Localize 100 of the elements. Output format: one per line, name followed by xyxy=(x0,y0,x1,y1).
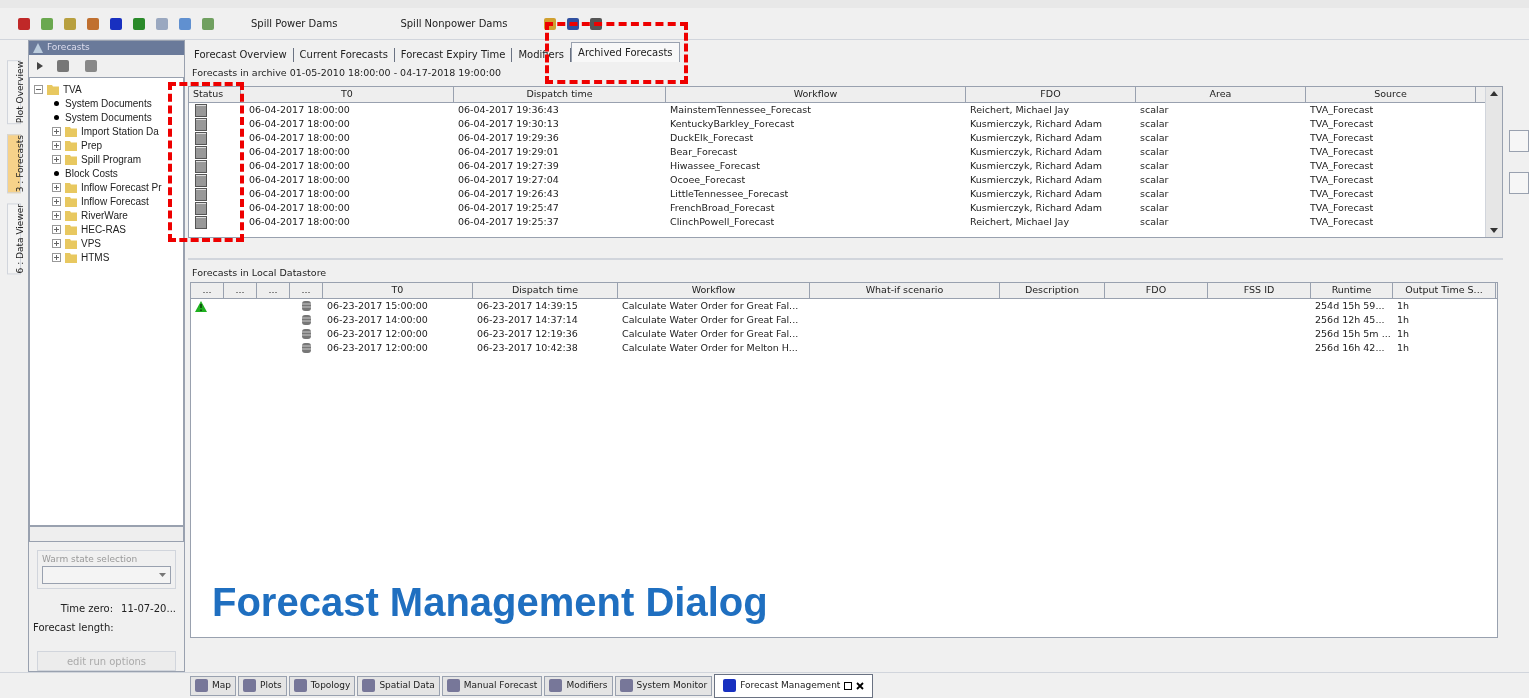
vertical-scrollbar[interactable] xyxy=(1485,87,1502,237)
toolbar-button[interactable]: Spill Nonpower Dams xyxy=(372,16,536,31)
table-cell-text: 06-04-2017 19:25:37 xyxy=(457,214,560,229)
tab-label[interactable]: Spatial Data xyxy=(379,678,435,693)
column-header[interactable]: ... xyxy=(290,283,323,298)
tree-item[interactable]: HTMS xyxy=(81,249,110,265)
tree-item[interactable]: Inflow Forecast Pr xyxy=(81,179,162,195)
table-cell-text: 06-23-2017 12:00:00 xyxy=(326,326,429,341)
column-header[interactable]: T0 xyxy=(323,283,473,298)
table-cell-text: scalar xyxy=(1139,186,1170,201)
table-cell-text: 06-23-2017 15:00:00 xyxy=(326,298,429,313)
table-cell-text: DuckElk_Forecast xyxy=(669,130,755,145)
table-cell-text: scalar xyxy=(1139,214,1170,229)
close-icon[interactable] xyxy=(856,681,865,690)
tab-label[interactable]: Map xyxy=(212,678,231,693)
tree-item[interactable]: Prep xyxy=(81,137,103,153)
column-header[interactable]: Output Time S... xyxy=(1393,283,1496,298)
column-header[interactable]: Area xyxy=(1136,87,1306,102)
tab[interactable]: Forecast Expiry Time xyxy=(394,48,513,62)
tab-label[interactable]: Plots xyxy=(260,678,282,693)
column-header[interactable]: ... xyxy=(257,283,290,298)
bottom-tab[interactable]: Plots xyxy=(238,675,287,696)
tab[interactable]: Forecast Overview xyxy=(188,48,294,62)
column-header[interactable]: ... xyxy=(191,283,224,298)
table-cell-text: 06-04-2017 18:00:00 xyxy=(248,214,351,229)
bottom-tab[interactable]: Manual Forecast xyxy=(441,675,543,696)
side-tab[interactable]: 3 : Forecasts xyxy=(7,134,21,194)
column-header[interactable]: Dispatch time xyxy=(454,87,666,102)
table-cell-text: 254d 15h 59... xyxy=(1314,298,1386,313)
bottom-tab[interactable]: Map xyxy=(190,675,236,696)
tab[interactable]: Current Forecasts xyxy=(293,48,395,62)
column-header[interactable]: Status xyxy=(189,87,241,102)
expand-icon[interactable] xyxy=(52,140,61,150)
bottom-tab[interactable]: Topology xyxy=(288,675,356,696)
column-header[interactable]: Description xyxy=(1000,283,1105,298)
toolbar-button[interactable]: Spill Power Dams xyxy=(223,16,366,31)
table-cell-text: TVA_Forecast xyxy=(1309,214,1375,229)
tree-item[interactable]: System Documents xyxy=(65,109,152,125)
toolbar-icon[interactable] xyxy=(108,15,124,32)
column-header[interactable]: Workflow xyxy=(618,283,810,298)
column-header[interactable]: Runtime xyxy=(1311,283,1393,298)
folder-icon xyxy=(65,139,77,151)
table-cell-text: TVA_Forecast xyxy=(1309,200,1375,215)
tab-label[interactable]: Forecast Management xyxy=(740,678,841,693)
save-icon[interactable] xyxy=(55,58,71,74)
expand-icon[interactable] xyxy=(52,224,61,234)
expand-icon[interactable] xyxy=(52,238,61,248)
caret-icon xyxy=(159,573,166,577)
column-header[interactable]: ... xyxy=(224,283,257,298)
toolbar-icon[interactable] xyxy=(131,15,147,32)
table-cell-text: Kusmierczyk, Richard Adam xyxy=(969,186,1104,201)
expand-icon[interactable] xyxy=(52,126,61,136)
column-header[interactable]: What-if scenario xyxy=(810,283,1000,298)
bottom-tab[interactable]: Forecast Management xyxy=(714,673,874,698)
expand-icon[interactable] xyxy=(52,252,61,262)
expand-icon[interactable] xyxy=(52,210,61,220)
maximize-icon[interactable] xyxy=(844,681,853,690)
bottom-tab[interactable]: Spatial Data xyxy=(357,675,440,696)
tree-item[interactable]: VPS xyxy=(81,235,101,251)
table-cell-text: 256d 15h 5m ... xyxy=(1314,326,1392,341)
side-tab[interactable]: Plot Overview xyxy=(7,60,21,125)
tab-label[interactable]: Topology xyxy=(310,678,351,693)
tab-label[interactable]: System Monitor xyxy=(636,678,708,693)
database-icon xyxy=(302,328,311,340)
table-cell-text: 06-04-2017 19:26:43 xyxy=(457,186,560,201)
tree-item[interactable]: TVA xyxy=(63,81,82,97)
tree-item[interactable]: Import Station Da xyxy=(81,123,159,139)
column-header[interactable]: Source xyxy=(1306,87,1476,102)
column-header[interactable]: FSS ID xyxy=(1208,283,1311,298)
scroll-up-icon[interactable] xyxy=(1490,91,1498,96)
column-header[interactable]: Dispatch time xyxy=(473,283,618,298)
column-header[interactable]: FDO xyxy=(966,87,1136,102)
warning-icon xyxy=(195,300,207,312)
bottom-tab[interactable]: Modifiers xyxy=(544,675,613,696)
tree-item[interactable]: Inflow Forecast xyxy=(81,193,149,209)
scroll-down-icon[interactable] xyxy=(1490,228,1498,233)
side-tab[interactable]: 6 : Data Viewer xyxy=(7,203,21,275)
collapse-icon[interactable] xyxy=(34,84,43,94)
tab[interactable]: Archived Forecasts xyxy=(571,42,680,62)
table-cell-text: scalar xyxy=(1139,130,1170,145)
table-cell-text: Kusmierczyk, Richard Adam xyxy=(969,200,1104,215)
column-header[interactable]: T0 xyxy=(241,87,454,102)
table-cell-text: Reichert, Michael Jay xyxy=(969,102,1071,117)
tree-item[interactable]: RiverWare xyxy=(81,207,128,223)
tab-icon xyxy=(723,679,737,692)
expand-icon[interactable] xyxy=(52,182,61,192)
tree-item[interactable]: Spill Program xyxy=(81,151,142,167)
bottom-tab[interactable]: System Monitor xyxy=(614,675,713,696)
expand-icon[interactable] xyxy=(52,154,61,164)
tree-item[interactable]: System Documents xyxy=(65,95,152,111)
tab-label[interactable]: Modifiers xyxy=(566,678,608,693)
expand-icon[interactable] xyxy=(52,196,61,206)
column-header[interactable]: FDO xyxy=(1105,283,1208,298)
table-cell-text: 06-23-2017 14:37:14 xyxy=(476,312,579,327)
tree-item[interactable]: HEC-RAS xyxy=(81,221,126,237)
toolbar-icon[interactable] xyxy=(16,15,32,32)
tree-item[interactable]: Block Costs xyxy=(65,165,118,181)
column-header[interactable]: Workflow xyxy=(666,87,966,102)
play-icon[interactable] xyxy=(37,62,43,70)
tab-label[interactable]: Manual Forecast xyxy=(463,678,538,693)
